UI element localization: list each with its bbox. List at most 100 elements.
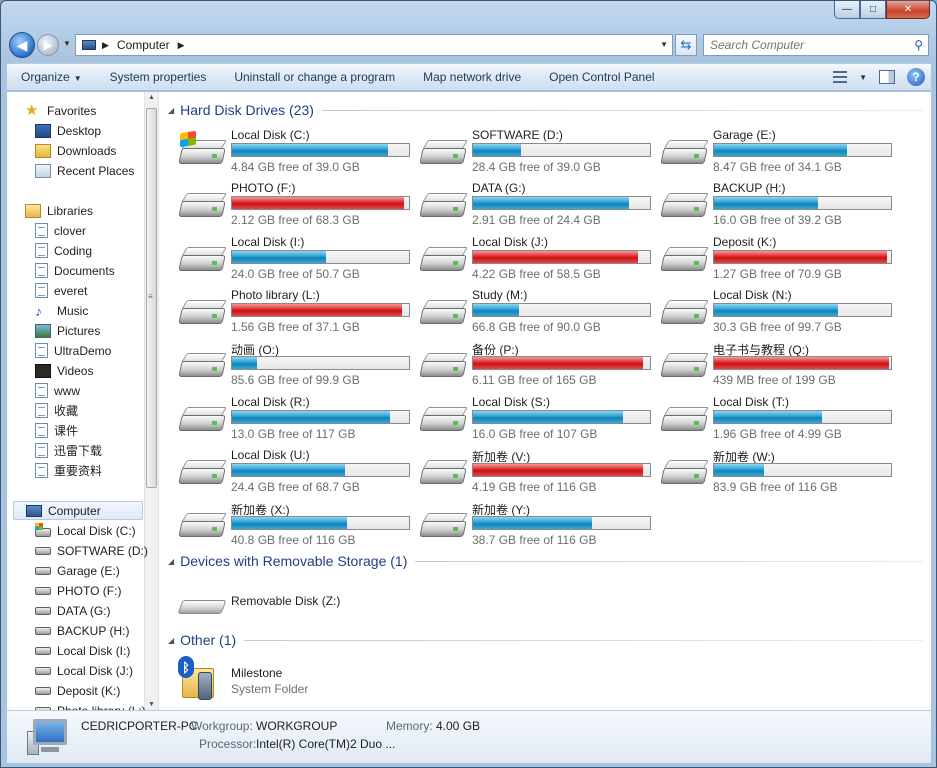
drive-tile[interactable]: Local Disk (I:) 24.0 GB free of 50.7 GB [178,233,418,285]
drive-tile[interactable]: Photo library (L:) 1.56 GB free of 37.1 G… [178,286,418,338]
sidebar-item-drive[interactable]: Local Disk (I:) [35,641,130,660]
search-box[interactable]: ⚲ [703,34,929,56]
drive-tile[interactable]: 备份 (P:) 6.11 GB free of 165 GB [419,339,659,391]
drive-usage-bar [713,410,892,424]
drive-tile[interactable]: 新加卷 (X:) 40.8 GB free of 116 GB [178,499,418,551]
hard-drive-icon [660,347,709,381]
sidebar-item-library[interactable]: ♪ Music [35,301,88,320]
back-arrow-icon[interactable]: ◀ [9,32,35,58]
sidebar-item-drive[interactable]: SOFTWARE (D:) [35,541,148,560]
command-bar-right: ▼ ? [833,68,925,86]
drive-tile[interactable]: 新加卷 (Y:) 38.7 GB free of 116 GB [419,499,659,551]
sidebar-item-library[interactable]: 收藏 [35,401,78,420]
uninstall-program-button[interactable]: Uninstall or change a program [220,70,409,84]
sidebar-item-drive[interactable]: Garage (E:) [35,561,120,580]
library-icon [35,263,48,278]
address-dropdown-icon[interactable]: ▼ [660,40,668,49]
hard-drive-icon [419,454,468,488]
views-icon[interactable] [833,71,848,83]
milestone-tile[interactable]: ᛒ Milestone System Folder [178,656,418,708]
sidebar-item-library[interactable]: Videos [35,361,93,380]
sidebar-item-library[interactable]: UltraDemo [35,341,111,360]
scroll-down-icon[interactable]: ▼ [148,701,155,708]
drive-tile[interactable]: Local Disk (C:) 4.84 GB free of 39.0 GB [178,126,418,178]
search-input[interactable] [710,38,900,52]
drive-tile[interactable]: 新加卷 (V:) 4.19 GB free of 116 GB [419,446,659,498]
sidebar-item-drive[interactable]: PHOTO (F:) [35,581,121,600]
drive-tile[interactable]: Garage (E:) 8.47 GB free of 34.1 GB [660,126,900,178]
drive-tile[interactable]: 电子书与教程 (Q:) 439 MB free of 199 GB [660,339,900,391]
close-button[interactable]: ✕ [886,1,930,19]
system-properties-button[interactable]: System properties [96,70,221,84]
group-header-other[interactable]: ◢ Other (1) [160,630,923,650]
drive-name: Study (M:) [472,288,528,302]
sidebar-item-library[interactable]: everet [35,281,87,300]
collapse-chevron-icon[interactable]: ◢ [168,106,174,115]
help-icon[interactable]: ? [907,68,925,86]
drive-tile[interactable]: DATA (G:) 2.91 GB free of 24.4 GB [419,179,659,231]
star-icon: ★ [25,101,39,119]
drive-tile[interactable]: 新加卷 (W:) 83.9 GB free of 116 GB [660,446,900,498]
sidebar-item-favorite[interactable]: Downloads [35,141,116,160]
forward-arrow-icon[interactable]: ▶ [37,34,59,56]
recent-pages-dropdown-icon[interactable]: ▼ [63,39,71,48]
sidebar-item-library[interactable]: 迅雷下载 [35,441,102,460]
drive-tile[interactable]: Local Disk (N:) 30.3 GB free of 99.7 GB [660,286,900,338]
search-icon[interactable]: ⚲ [914,38,923,52]
sidebar-item-drive[interactable]: DATA (G:) [35,601,111,620]
drive-tile[interactable]: SOFTWARE (D:) 28.4 GB free of 39.0 GB [419,126,659,178]
open-control-panel-button[interactable]: Open Control Panel [535,70,668,84]
drive-usage-bar [231,410,410,424]
minimize-button[interactable]: — [834,1,860,19]
drive-name: Deposit (K:) [713,235,777,249]
nav-favorites-header[interactable]: ★ Favorites [25,101,96,120]
drive-tile[interactable]: Study (M:) 66.8 GB free of 90.0 GB [419,286,659,338]
breadcrumb-computer[interactable]: Computer [117,38,170,52]
sidebar-item-favorite[interactable]: Recent Places [35,161,134,180]
sidebar-item-drive[interactable]: Local Disk (J:) [35,661,133,680]
sidebar-item-library[interactable]: Documents [35,261,115,280]
breadcrumb-separator-icon[interactable]: ▶ [178,40,185,51]
drive-tile[interactable]: 动画 (O:) 85.6 GB free of 99.9 GB [178,339,418,391]
drive-free-space: 1.56 GB free of 37.1 GB [231,320,360,334]
group-header-hard-disks[interactable]: ◢ Hard Disk Drives (23) [160,100,923,120]
drive-tile[interactable]: BACKUP (H:) 16.0 GB free of 39.2 GB [660,179,900,231]
group-header-removable[interactable]: ◢ Devices with Removable Storage (1) [160,551,923,571]
sidebar-item-drive[interactable]: Local Disk (C:) [35,521,136,540]
sidebar-item-library[interactable]: Coding [35,241,92,260]
drive-usage-bar [472,196,651,210]
navigation-scrollbar[interactable]: ▲ ≡ ▼ [144,92,158,710]
drive-tile[interactable]: Local Disk (J:) 4.22 GB free of 58.5 GB [419,233,659,285]
nav-libraries-header[interactable]: Libraries [25,201,93,220]
collapse-chevron-icon[interactable]: ◢ [168,557,174,566]
drive-usage-fill [232,464,345,476]
nav-computer-header[interactable]: Computer [13,501,143,520]
drive-tile[interactable]: Deposit (K:) 1.27 GB free of 70.9 GB [660,233,900,285]
hard-drive-icon [419,401,468,435]
sidebar-item-library[interactable]: Pictures [35,321,100,340]
drive-tile[interactable]: PHOTO (F:) 2.12 GB free of 68.3 GB [178,179,418,231]
preview-pane-icon[interactable] [879,70,895,84]
sidebar-item-drive[interactable]: Deposit (K:) [35,681,120,700]
hard-drive-icon [178,507,227,541]
breadcrumb-separator-icon[interactable]: ▶ [102,40,109,51]
drive-tile[interactable]: Local Disk (T:) 1.96 GB free of 4.99 GB [660,393,900,445]
map-network-drive-button[interactable]: Map network drive [409,70,535,84]
sidebar-item-library[interactable]: 课件 [35,421,78,440]
sidebar-item-favorite[interactable]: Desktop [35,121,101,140]
sidebar-item-drive[interactable]: Photo library (L:) [35,701,146,710]
sidebar-item-drive[interactable]: BACKUP (H:) [35,621,129,640]
address-bar[interactable]: ▶ Computer ▶ ▼ [75,34,673,56]
drive-tile[interactable]: Local Disk (U:) 24.4 GB free of 68.7 GB [178,446,418,498]
refresh-icon[interactable]: ⇆ [675,34,697,56]
collapse-chevron-icon[interactable]: ◢ [168,636,174,645]
scroll-up-icon[interactable]: ▲ [148,94,155,101]
drive-tile[interactable]: Local Disk (R:) 13.0 GB free of 117 GB [178,393,418,445]
sidebar-item-library[interactable]: 重要资料 [35,461,102,480]
drive-tile[interactable]: Local Disk (S:) 16.0 GB free of 107 GB [419,393,659,445]
maximize-button[interactable]: □ [860,1,886,19]
organize-button[interactable]: Organize ▼ [7,70,96,84]
views-dropdown-icon[interactable]: ▼ [859,73,867,82]
sidebar-item-library[interactable]: www [35,381,80,400]
sidebar-item-library[interactable]: clover [35,221,86,240]
